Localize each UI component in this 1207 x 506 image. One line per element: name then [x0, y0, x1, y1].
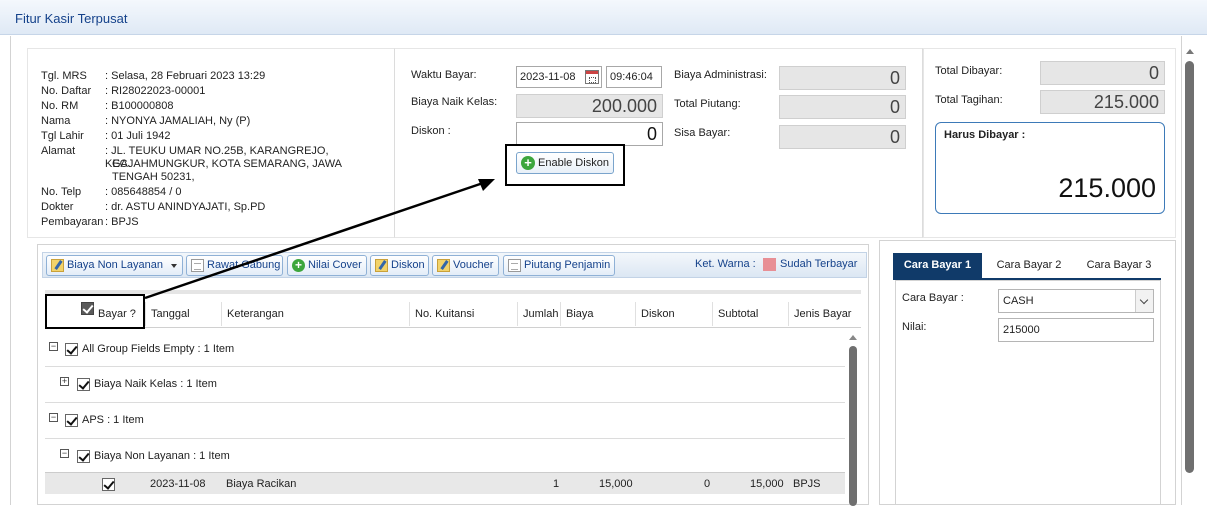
rawat-gabung-label: Rawat Gabung — [207, 259, 281, 271]
time-value: 09:46:04 — [610, 71, 653, 83]
cell-biaya: 15,000 — [599, 478, 633, 490]
total-tagihan-label: Total Tagihan: — [935, 94, 1003, 106]
cell-diskon: 0 — [704, 478, 711, 490]
waktu-bayar-date-field[interactable]: 2023-11-08 — [516, 66, 602, 88]
col-no-kuitansi[interactable]: No. Kuitansi — [409, 302, 474, 326]
harus-dibayar-box: Harus Dibayar : 215.000 — [935, 122, 1165, 214]
cell-jenis-bayar: BPJS — [793, 478, 821, 490]
total-dibayar-field: 0 — [1040, 61, 1165, 85]
edit-icon — [437, 259, 450, 272]
nilai-input[interactable]: 215000 — [998, 318, 1154, 342]
nilai-label: Nilai: — [902, 321, 927, 333]
cara-bayar-value: CASH — [1003, 295, 1034, 307]
row-checkbox[interactable] — [102, 478, 115, 491]
total-dibayar-label: Total Dibayar: — [935, 65, 1003, 77]
cara-bayar-label: Cara Bayar : — [902, 292, 964, 304]
biaya-admin-label: Biaya Administrasi: — [674, 69, 767, 81]
scroll-thumb[interactable] — [849, 346, 857, 506]
cara-bayar-form — [895, 280, 1161, 505]
biaya-non-layanan-button[interactable]: Biaya Non Layanan — [46, 255, 183, 276]
rawat-gabung-button[interactable]: Rawat Gabung — [186, 255, 283, 276]
scroll-up-icon[interactable] — [849, 335, 857, 340]
diskon-label: Diskon : — [411, 125, 451, 137]
chevron-down-icon[interactable] — [1135, 290, 1153, 312]
group-label: Biaya Naik Kelas : 1 Item — [94, 378, 217, 390]
voucher-label: Voucher — [453, 259, 494, 271]
bayar-column-highlight — [45, 294, 145, 329]
window-titlebar: Fitur Kasir Terpusat — [0, 0, 1207, 35]
window-title: Fitur Kasir Terpusat — [15, 11, 128, 26]
main-scrollbar[interactable] — [1181, 43, 1199, 505]
diskon-button[interactable]: Diskon — [370, 255, 429, 276]
collapse-icon[interactable]: − — [49, 413, 58, 422]
cell-keterangan: Biaya Racikan — [226, 478, 297, 490]
tab-cara-bayar-2[interactable]: Cara Bayar 2 — [988, 253, 1070, 278]
tab-cara-bayar-3[interactable]: Cara Bayar 3 — [1078, 253, 1160, 278]
biaya-admin-field: 0 — [779, 66, 906, 90]
diskon-button-label: Diskon — [391, 259, 425, 271]
nilai-cover-button[interactable]: + Nilai Cover — [287, 255, 367, 276]
diskon-input[interactable]: 0 — [516, 122, 663, 146]
col-subtotal[interactable]: Subtotal — [712, 302, 758, 326]
document-icon — [191, 259, 204, 272]
col-biaya[interactable]: Biaya — [560, 302, 594, 326]
sudah-terbayar-swatch — [763, 258, 776, 271]
group-row[interactable]: − All Group Fields Empty : 1 Item — [45, 331, 845, 367]
biaya-naik-kelas-label: Biaya Naik Kelas: — [411, 96, 498, 108]
document-icon — [508, 259, 521, 272]
ket-warna-label: Ket. Warna : — [695, 258, 756, 270]
voucher-button[interactable]: Voucher — [432, 255, 499, 276]
group-row[interactable]: − Biaya Non Layanan : 1 Item — [45, 439, 845, 475]
harus-dibayar-label: Harus Dibayar : — [944, 129, 1026, 141]
group-label: APS : 1 Item — [82, 414, 144, 426]
plus-circle-icon: + — [292, 259, 305, 272]
scroll-thumb[interactable] — [1185, 61, 1194, 473]
piutang-penjamin-button[interactable]: Piutang Penjamin — [503, 255, 615, 276]
waktu-bayar-time-field[interactable]: 09:46:04 — [606, 66, 662, 88]
cell-tanggal: 2023-11-08 — [150, 478, 206, 490]
chevron-down-icon[interactable] — [171, 264, 177, 268]
expand-icon[interactable]: + — [60, 377, 69, 386]
biaya-non-layanan-label: Biaya Non Layanan — [67, 259, 164, 271]
total-tagihan-field: 215.000 — [1040, 90, 1165, 114]
table-row[interactable]: 2023-11-08 Biaya Racikan 1 15,000 0 15,0… — [45, 472, 845, 494]
date-value: 2023-11-08 — [520, 71, 576, 83]
biaya-naik-kelas-field: 200.000 — [516, 94, 663, 118]
scroll-up-icon[interactable] — [1186, 49, 1194, 54]
collapse-icon[interactable]: − — [60, 449, 69, 458]
group-checkbox[interactable] — [77, 450, 90, 463]
total-piutang-label: Total Piutang: — [674, 98, 741, 110]
group-row[interactable]: + Biaya Naik Kelas : 1 Item — [45, 367, 845, 403]
col-jenis-bayar[interactable]: Jenis Bayar — [788, 302, 851, 326]
col-diskon[interactable]: Diskon — [635, 302, 675, 326]
grid-header: Bayar ? Tanggal Keterangan No. Kuitansi … — [45, 290, 861, 328]
harus-dibayar-value: 215.000 — [1058, 173, 1156, 203]
edit-icon — [375, 259, 388, 272]
cell-subtotal: 15,000 — [750, 478, 784, 490]
col-jumlah[interactable]: Jumlah — [517, 302, 558, 326]
grid-scrollbar[interactable] — [847, 332, 859, 506]
edit-icon — [51, 259, 64, 272]
col-keterangan[interactable]: Keterangan — [221, 302, 284, 326]
group-checkbox[interactable] — [77, 378, 90, 391]
piutang-penjamin-label: Piutang Penjamin — [524, 259, 611, 271]
cara-bayar-select[interactable]: CASH — [998, 289, 1154, 313]
waktu-bayar-label: Waktu Bayar: — [411, 69, 477, 81]
group-checkbox[interactable] — [65, 414, 78, 427]
group-checkbox[interactable] — [65, 343, 78, 356]
total-piutang-field: 0 — [779, 95, 906, 119]
group-label: All Group Fields Empty : 1 Item — [82, 343, 235, 355]
sisa-bayar-field: 0 — [779, 125, 906, 149]
enable-diskon-highlight — [505, 144, 625, 186]
nilai-cover-label: Nilai Cover — [308, 259, 362, 271]
tab-cara-bayar-1[interactable]: Cara Bayar 1 — [893, 253, 982, 278]
group-row[interactable]: − APS : 1 Item — [45, 403, 845, 439]
calendar-icon[interactable] — [585, 70, 599, 84]
collapse-icon[interactable]: − — [49, 342, 58, 351]
col-tanggal[interactable]: Tanggal — [145, 302, 190, 326]
group-label: Biaya Non Layanan : 1 Item — [94, 450, 230, 462]
sisa-bayar-label: Sisa Bayar: — [674, 127, 731, 139]
sudah-terbayar-label: Sudah Terbayar — [780, 258, 858, 270]
cell-jumlah: 1 — [553, 478, 560, 490]
